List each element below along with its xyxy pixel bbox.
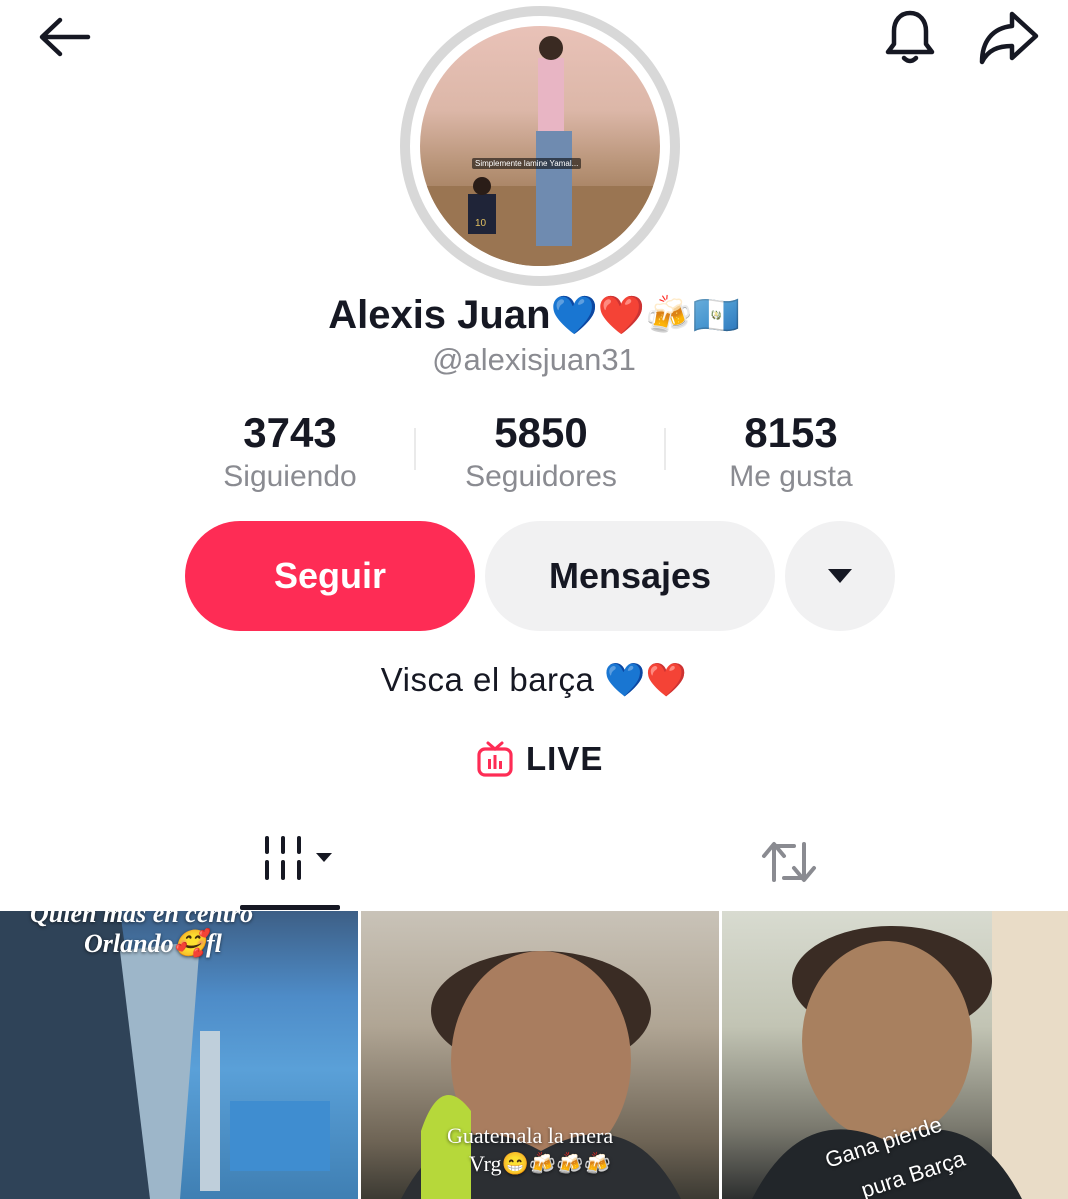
thumbnail-caption: Quien más en centro — [30, 911, 254, 928]
more-options-button[interactable] — [785, 521, 895, 631]
notifications-button[interactable] — [878, 8, 942, 68]
tab-reposts[interactable] — [740, 822, 840, 906]
username: @alexisjuan31 — [432, 342, 636, 377]
stat-following-label: Siguiendo — [223, 460, 357, 493]
stat-likes-value: 8153 — [744, 409, 838, 456]
arrow-left-icon — [39, 17, 91, 57]
stat-likes-label: Me gusta — [729, 460, 853, 493]
grid-icon — [265, 836, 332, 880]
avatar-caption: Simplemente lamine Yamal... — [472, 158, 582, 169]
stat-followers-label: Seguidores — [465, 460, 617, 493]
live-link[interactable]: LIVE — [476, 736, 603, 782]
share-button[interactable] — [972, 8, 1044, 68]
stat-followers-value: 5850 — [494, 409, 588, 456]
tab-selected-indicator — [240, 905, 340, 910]
live-label: LIVE — [526, 740, 604, 777]
thumbnail-caption: Orlando🥰fl — [84, 929, 222, 958]
svg-text:10: 10 — [475, 218, 487, 229]
bio: Visca el barça 💙❤️ — [380, 661, 688, 698]
stat-followers[interactable]: 5850 Seguidores — [416, 408, 666, 496]
thumbnail-caption: Vrg😁🍻🍻🍻 — [469, 1151, 612, 1176]
avatar[interactable]: 10 Simplemente lamine Yamal... — [400, 6, 680, 286]
avatar-photo: 10 Simplemente lamine Yamal... — [420, 26, 660, 266]
video-thumbnail[interactable]: Quien más en centro Orlando🥰fl — [0, 911, 358, 1199]
message-button[interactable]: Mensajes — [485, 521, 775, 631]
tab-videos[interactable] — [240, 822, 340, 906]
display-name: Alexis Juan💙❤️🍻🇬🇹 — [0, 290, 1068, 341]
thumbnail-caption: Guatemala la mera — [447, 1123, 614, 1148]
display-name-text: Alexis Juan — [328, 293, 551, 337]
stat-likes[interactable]: 8153 Me gusta — [666, 408, 916, 496]
repost-icon — [762, 842, 816, 882]
stat-following-value: 3743 — [243, 409, 337, 456]
tv-live-icon — [477, 741, 513, 777]
display-name-emojis: 💙❤️🍻🇬🇹 — [550, 295, 740, 337]
bell-icon — [885, 10, 935, 64]
follow-button[interactable]: Seguir — [185, 521, 475, 631]
video-thumbnail[interactable]: Gana pierde pura Barça — [722, 911, 1068, 1199]
thumbnail-image — [752, 911, 1068, 1199]
share-icon — [979, 11, 1039, 65]
back-button[interactable] — [34, 12, 96, 62]
caret-down-icon — [828, 569, 852, 583]
video-thumbnail[interactable]: Guatemala la mera Vrg😁🍻🍻🍻 — [361, 911, 719, 1199]
stat-following[interactable]: 3743 Siguiendo — [165, 408, 415, 496]
